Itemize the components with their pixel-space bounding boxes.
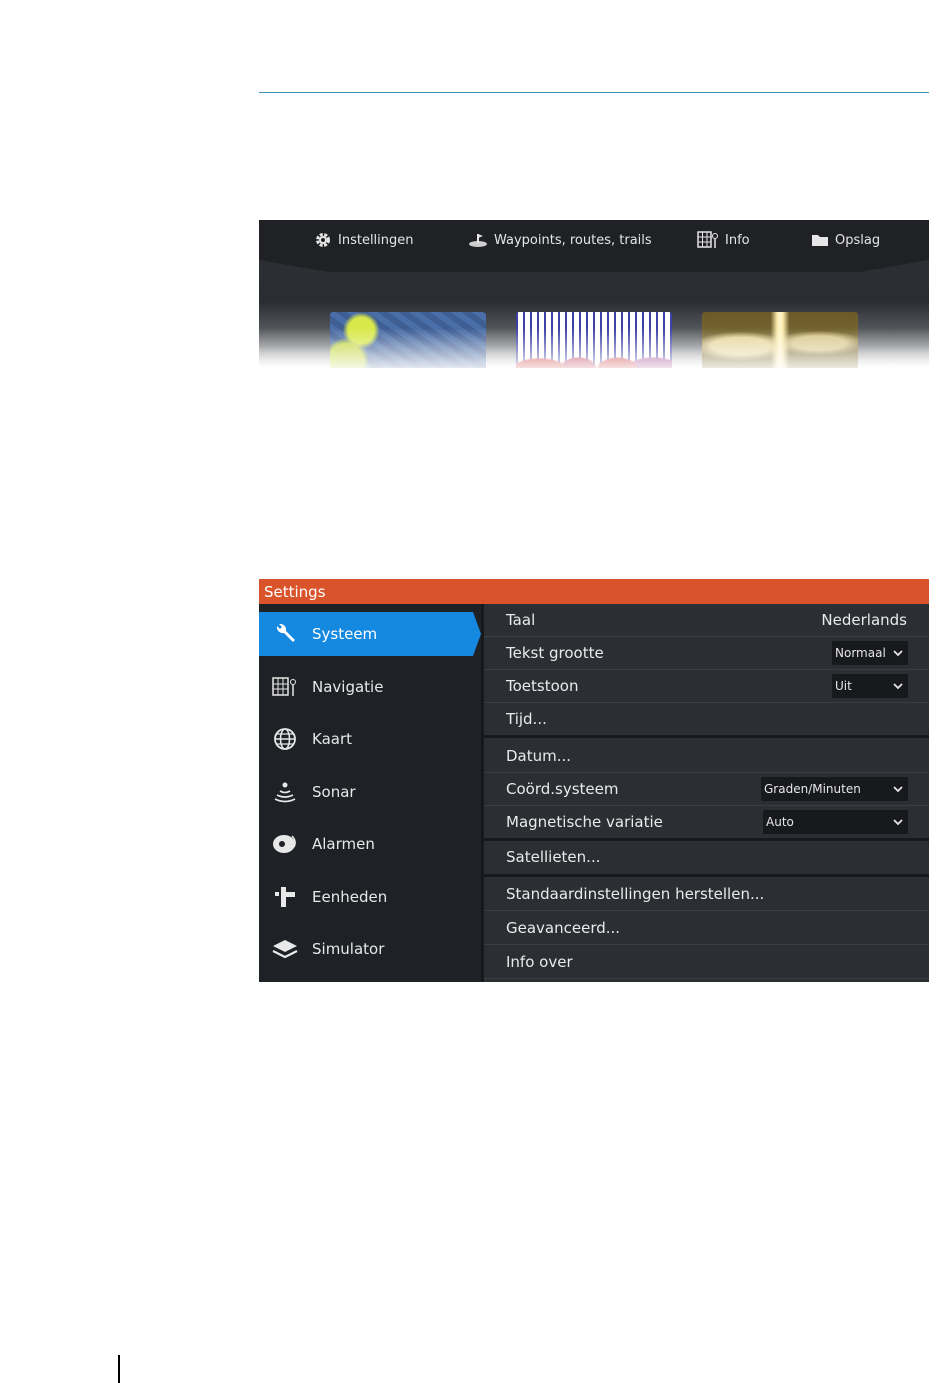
row-taal[interactable]: Taal Nederlands xyxy=(484,604,929,637)
sidebar-item-label: Alarmen xyxy=(312,835,375,853)
chevron-down-icon xyxy=(893,641,903,673)
row-satellieten[interactable]: Satellieten... xyxy=(484,841,929,877)
sidebar-item-systeem[interactable]: Systeem xyxy=(259,612,481,656)
tab-opslag-label: Opslag xyxy=(835,232,881,248)
chevron-down-icon xyxy=(893,777,903,809)
info-grid-icon xyxy=(697,231,719,249)
home-screen: Instellingen Waypoints, routes, trails I… xyxy=(259,220,929,368)
row-tijd[interactable]: Tijd... xyxy=(484,703,929,738)
row-label: Info over xyxy=(506,953,573,971)
row-coord-systeem[interactable]: Coörd.systeem Graden/Minuten xyxy=(484,773,929,806)
tab-instellingen[interactable]: Instellingen xyxy=(314,229,414,251)
sidebar-item-kaart[interactable]: Kaart xyxy=(259,717,481,761)
sidebar-item-navigatie[interactable]: Navigatie xyxy=(259,665,481,709)
tab-info-label: Info xyxy=(725,232,750,248)
dropdown-value: Uit xyxy=(835,679,852,693)
sidebar-item-label: Simulator xyxy=(312,940,385,958)
tab-instellingen-label: Instellingen xyxy=(338,232,414,248)
gear-icon xyxy=(314,231,332,249)
sidebar-item-label: Eenheden xyxy=(312,888,388,906)
navigation-icon xyxy=(272,674,298,700)
row-label: Datum... xyxy=(506,747,572,765)
sidebar-item-label: Navigatie xyxy=(312,678,384,696)
globe-icon xyxy=(272,726,298,752)
folder-icon xyxy=(811,233,829,247)
row-label: Satellieten... xyxy=(506,848,601,866)
fade-overlay xyxy=(259,328,929,368)
toetstoon-dropdown[interactable]: Uit xyxy=(832,674,908,698)
row-label: Coörd.systeem xyxy=(506,780,619,798)
row-value: Nederlands xyxy=(821,611,907,629)
sidebar-item-label: Sonar xyxy=(312,783,356,801)
settings-dialog: Settings Systeem Navigatie Kaart Sonar A… xyxy=(259,579,929,982)
row-label: Tekst grootte xyxy=(506,644,604,662)
chevron-down-icon xyxy=(893,674,903,706)
row-standaardinstellingen[interactable]: Standaardinstellingen herstellen... xyxy=(484,877,929,911)
row-label: Taal xyxy=(506,611,536,629)
dropdown-value: Auto xyxy=(766,815,794,829)
tab-opslag[interactable]: Opslag xyxy=(811,229,880,251)
row-geavanceerd[interactable]: Geavanceerd... xyxy=(484,911,929,945)
wrench-icon xyxy=(272,621,298,647)
settings-content: Taal Nederlands Tekst grootte Normaal To… xyxy=(481,604,929,982)
row-info-over[interactable]: Info over xyxy=(484,945,929,979)
waypoint-icon xyxy=(468,232,488,248)
row-label: Standaardinstellingen herstellen... xyxy=(506,885,765,903)
chevron-down-icon xyxy=(893,810,903,842)
sidebar-item-simulator[interactable]: Simulator xyxy=(259,927,481,971)
sidebar-item-alarmen[interactable]: Alarmen xyxy=(259,822,481,866)
header-rule xyxy=(259,92,929,93)
sidebar-item-label: Kaart xyxy=(312,730,353,748)
sidebar-item-label: Systeem xyxy=(312,625,378,643)
row-magnetische-variatie[interactable]: Magnetische variatie Auto xyxy=(484,806,929,841)
row-tekst-grootte[interactable]: Tekst grootte Normaal xyxy=(484,637,929,670)
row-label: Tijd... xyxy=(506,710,547,728)
sonar-icon xyxy=(272,779,298,805)
row-label: Toetstoon xyxy=(506,677,579,695)
row-label: Geavanceerd... xyxy=(506,919,621,937)
alarm-icon xyxy=(272,831,298,857)
sidebar-item-sonar[interactable]: Sonar xyxy=(259,770,481,814)
sidebar-item-eenheden[interactable]: Eenheden xyxy=(259,875,481,919)
settings-sidebar: Systeem Navigatie Kaart Sonar Alarmen Ee… xyxy=(259,604,481,982)
tab-waypoints-label: Waypoints, routes, trails xyxy=(494,232,652,248)
row-label: Magnetische variatie xyxy=(506,813,663,831)
dropdown-value: Normaal xyxy=(835,646,886,660)
row-toetstoon[interactable]: Toetstoon Uit xyxy=(484,670,929,703)
settings-title: Settings xyxy=(259,579,929,604)
magnetische-variatie-dropdown[interactable]: Auto xyxy=(763,810,908,834)
coord-systeem-dropdown[interactable]: Graden/Minuten xyxy=(761,777,908,801)
tab-info[interactable]: Info xyxy=(697,229,750,251)
page-margin-bar xyxy=(118,1355,120,1383)
layers-icon xyxy=(272,936,298,962)
row-datum[interactable]: Datum... xyxy=(484,738,929,773)
units-icon xyxy=(272,884,298,910)
dropdown-value: Graden/Minuten xyxy=(764,782,861,796)
panel-divider xyxy=(481,604,484,982)
tab-bar-edge xyxy=(259,258,929,272)
tab-waypoints[interactable]: Waypoints, routes, trails xyxy=(468,229,652,251)
tekst-grootte-dropdown[interactable]: Normaal xyxy=(832,641,908,665)
